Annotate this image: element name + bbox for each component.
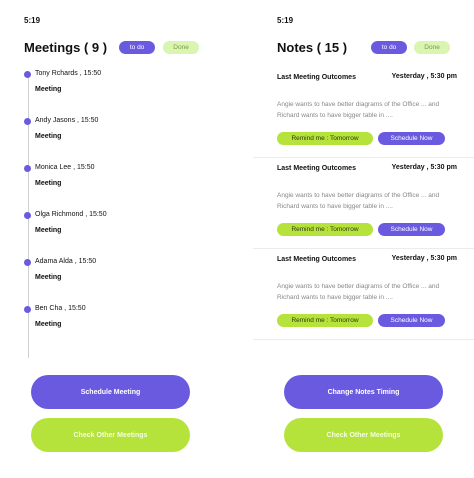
timeline-dot-icon — [24, 165, 31, 172]
meeting-attendee-time: Olga Richmond , 15:50 — [35, 211, 107, 218]
note-timestamp: Yesterday , 5:30 pm — [391, 164, 457, 171]
remind-me-button[interactable]: Remind me : Tomorrow — [277, 314, 373, 327]
divider — [253, 157, 474, 158]
note-timestamp: Yesterday , 5:30 pm — [391, 255, 457, 262]
meeting-title: Meeting — [35, 86, 62, 93]
done-filter-button[interactable]: Done — [414, 41, 451, 54]
divider — [253, 339, 474, 340]
page-title: Notes ( 15 ) — [277, 40, 348, 55]
timeline-dot-icon — [24, 306, 31, 313]
note-title: Last Meeting Outcomes — [277, 74, 356, 81]
note-card[interactable]: Last Meeting Outcomes Yesterday , 5:30 p… — [253, 164, 465, 254]
timeline-dot-icon — [24, 259, 31, 266]
page-title: Meetings ( 9 ) — [24, 40, 108, 55]
meetings-screen: 5:19 Meetings ( 9 ) to do Done Tony Rcha… — [0, 0, 237, 478]
divider — [253, 248, 474, 249]
done-filter-button[interactable]: Done — [163, 41, 200, 54]
note-card[interactable]: Last Meeting Outcomes Yesterday , 5:30 p… — [253, 255, 465, 345]
schedule-meeting-button[interactable]: Schedule Meeting — [31, 375, 190, 409]
note-title: Last Meeting Outcomes — [277, 165, 356, 172]
meeting-attendee-time: Monica Lee , 15:50 — [35, 164, 95, 171]
note-body: Angie wants to have better diagrams of t… — [277, 192, 440, 210]
notes-screen: 5:19 Notes ( 15 ) to do Done Last Meetin… — [237, 0, 474, 478]
todo-filter-button[interactable]: to do — [119, 41, 156, 54]
schedule-now-button[interactable]: Schedule Now — [378, 314, 445, 327]
todo-filter-button[interactable]: to do — [371, 41, 408, 54]
schedule-now-button[interactable]: Schedule Now — [378, 223, 445, 236]
status-time: 5:19 — [277, 16, 294, 25]
note-body: Angie wants to have better diagrams of t… — [277, 283, 440, 301]
meetings-header: Meetings ( 9 ) to do Done — [24, 40, 200, 55]
remind-me-button[interactable]: Remind me : Tomorrow — [277, 223, 373, 236]
meeting-attendee-time: Tony Rchards , 15:50 — [35, 70, 102, 77]
meeting-attendee-time: Ben Cha , 15:50 — [35, 305, 86, 312]
meeting-attendee-time: Adama Alda , 15:50 — [35, 258, 97, 265]
change-notes-timing-button[interactable]: Change Notes Timing — [284, 375, 443, 409]
note-title: Last Meeting Outcomes — [277, 256, 356, 263]
check-other-meetings-button[interactable]: Check Other Meetings — [31, 418, 190, 452]
timeline-dot-icon — [24, 212, 31, 219]
meeting-title: Meeting — [35, 274, 62, 281]
notes-header: Notes ( 15 ) to do Done — [277, 40, 451, 55]
schedule-now-button[interactable]: Schedule Now — [378, 132, 445, 145]
note-card[interactable]: Last Meeting Outcomes Yesterday , 5:30 p… — [253, 73, 465, 163]
meeting-title: Meeting — [35, 227, 62, 234]
meeting-title: Meeting — [35, 133, 62, 140]
note-timestamp: Yesterday , 5:30 pm — [391, 73, 457, 80]
remind-me-button[interactable]: Remind me : Tomorrow — [277, 132, 373, 145]
status-time: 5:19 — [24, 16, 41, 25]
meeting-attendee-time: Andy Jasons , 15:50 — [35, 117, 99, 124]
note-body: Angie wants to have better diagrams of t… — [277, 101, 440, 119]
timeline-dot-icon — [24, 118, 31, 125]
check-other-meetings-button[interactable]: Check Other Meetings — [284, 418, 443, 452]
meeting-title: Meeting — [35, 321, 62, 328]
meeting-title: Meeting — [35, 180, 62, 187]
timeline-dot-icon — [24, 71, 31, 78]
